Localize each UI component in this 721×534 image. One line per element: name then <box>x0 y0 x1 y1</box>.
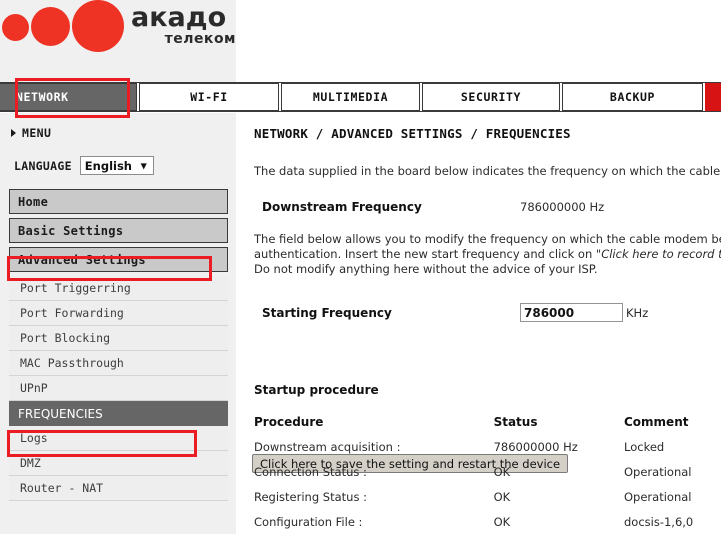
tab-overflow-red[interactable] <box>705 83 721 111</box>
tab-wifi[interactable]: WI-FI <box>139 83 279 111</box>
tab-network[interactable]: NETWORK <box>0 83 137 111</box>
downstream-frequency-value: 786000000 Hz <box>520 200 605 214</box>
chevron-down-icon: ▼ <box>140 161 147 170</box>
notice-text: The field below allows you to modify the… <box>254 232 721 277</box>
starting-frequency-unit: KHz <box>626 305 649 320</box>
table-header-row: Procedure Status Comment <box>252 409 721 434</box>
logo-dot-small-icon <box>2 14 29 41</box>
column-header-comment: Comment <box>624 414 689 429</box>
menu-heading: MENU <box>11 126 51 140</box>
sidebar-item-port-blocking[interactable]: Port Blocking <box>9 326 228 351</box>
brand-name-sub: телеком <box>164 31 236 47</box>
starting-frequency-label: Starting Frequency <box>262 305 392 320</box>
brand-logo[interactable]: акадо телеком <box>0 0 236 82</box>
sidebar-item-port-forwarding[interactable]: Port Forwarding <box>9 301 228 326</box>
table-row: Connection Status : OK Operational <box>252 459 721 484</box>
language-select-value: English <box>84 158 132 173</box>
tab-backup[interactable]: BACKUP <box>562 83 703 111</box>
cell-procedure: Connection Status : <box>254 464 367 479</box>
sidebar-item-advanced-settings[interactable]: Advanced Settings <box>9 247 228 272</box>
breadcrumb: NETWORK / ADVANCED SETTINGS / FREQUENCIE… <box>254 126 571 141</box>
column-header-procedure: Procedure <box>254 414 324 429</box>
cell-procedure: Configuration File : <box>254 514 363 529</box>
brand-name-main: акадо <box>131 2 227 33</box>
language-select[interactable]: English ▼ <box>79 156 154 175</box>
sidebar-item-frequencies[interactable]: FREQUENCIES <box>9 401 228 426</box>
startup-procedure-table: Procedure Status Comment Downstream acqu… <box>252 409 721 534</box>
cell-status: OK <box>493 514 511 529</box>
sidebar-nav: Home Basic Settings Advanced Settings Po… <box>9 189 228 501</box>
starting-frequency-input[interactable] <box>520 303 623 322</box>
sidebar-item-dmz[interactable]: DMZ <box>9 451 228 476</box>
cell-status: 786000000 Hz <box>493 439 578 454</box>
notice-line-1: The field below allows you to modify the… <box>254 232 721 246</box>
sidebar-item-mac-passthrough[interactable]: MAC Passthrough <box>9 351 228 376</box>
sidebar-item-port-triggerring[interactable]: Port Triggerring <box>9 276 228 301</box>
notice-line-2b: Click here to record the par <box>601 247 721 261</box>
cell-status: OK <box>493 489 511 504</box>
table-row: Downstream acquisition : 786000000 Hz Lo… <box>252 434 721 459</box>
sidebar-item-home[interactable]: Home <box>9 189 228 214</box>
notice-line-2a: authentication. Insert the new start fre… <box>254 247 602 261</box>
language-label: LANGUAGE <box>14 158 72 173</box>
cell-procedure: Registering Status : <box>254 489 367 504</box>
sidebar-item-router-nat[interactable]: Router - NAT <box>9 476 228 501</box>
main-nav-tabs: NETWORK WI-FI MULTIMEDIA SECURITY BACKUP <box>0 82 721 112</box>
logo-dot-large-icon <box>72 0 124 52</box>
sidebar: MENU LANGUAGE English ▼ Home Basic Setti… <box>0 113 236 534</box>
notice-line-3: Do not modify anything here without the … <box>254 262 598 276</box>
cell-comment: Locked <box>624 439 665 454</box>
table-row: Configuration File : OK docsis-1,6,0 <box>252 509 721 534</box>
triangle-right-icon <box>11 129 16 137</box>
intro-text: The data supplied in the board below ind… <box>254 164 721 178</box>
sidebar-item-logs[interactable]: Logs <box>9 426 228 451</box>
downstream-frequency-row: Downstream Frequency 786000000 Hz <box>262 200 721 214</box>
language-selector-row: LANGUAGE English ▼ <box>14 156 154 175</box>
main-content: NETWORK / ADVANCED SETTINGS / FREQUENCIE… <box>236 113 721 534</box>
logo-dot-medium-icon <box>31 7 70 46</box>
cell-comment: Operational <box>624 464 692 479</box>
column-header-status: Status <box>493 414 538 429</box>
cell-comment: docsis-1,6,0 <box>624 514 694 529</box>
page-header: акадо телеком <box>0 0 236 82</box>
cell-procedure: Downstream acquisition : <box>254 439 401 454</box>
startup-procedure-title: Startup procedure <box>254 383 379 397</box>
tab-security[interactable]: SECURITY <box>422 83 560 111</box>
downstream-frequency-label: Downstream Frequency <box>262 200 422 214</box>
sidebar-item-upnp[interactable]: UPnP <box>9 376 228 401</box>
router-admin-page: акадо телеком NETWORK WI-FI MULTIMEDIA S… <box>0 0 721 534</box>
sidebar-item-basic-settings[interactable]: Basic Settings <box>9 218 228 243</box>
table-row: Registering Status : OK Operational <box>252 484 721 509</box>
tab-multimedia[interactable]: MULTIMEDIA <box>281 83 420 111</box>
menu-heading-label: MENU <box>22 126 52 140</box>
cell-comment: Operational <box>624 489 692 504</box>
brand-name: акадо телеком <box>131 4 236 46</box>
starting-frequency-row: Starting Frequency KHz <box>262 303 721 322</box>
cell-status: OK <box>493 464 511 479</box>
